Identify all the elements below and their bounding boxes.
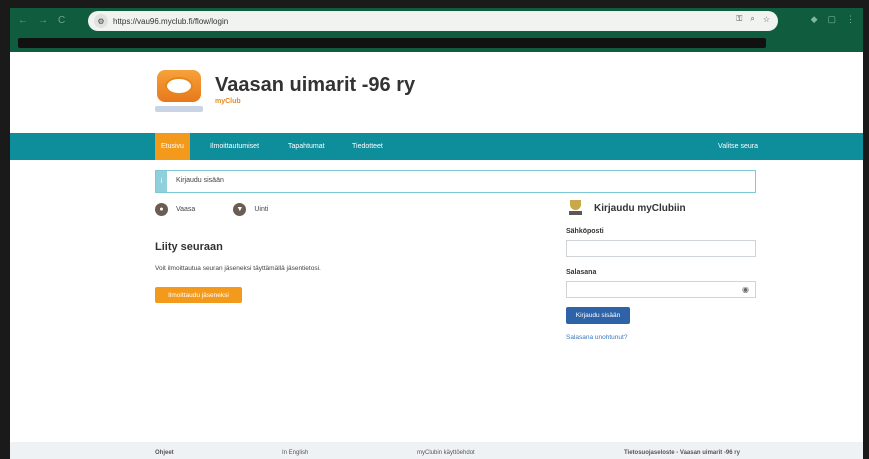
footer-english-link[interactable]: In English	[282, 450, 308, 456]
bookmark-star-icon[interactable]: ☆	[763, 15, 770, 24]
url-text[interactable]: https://vau96.myclub.fi/flow/login	[113, 17, 228, 26]
zoom-icon[interactable]: ⌕	[750, 14, 754, 24]
choose-club-link[interactable]: Valitse seura	[718, 133, 758, 160]
browser-toolbar: ← → C ⚙ https://vau96.myclub.fi/flow/log…	[10, 8, 863, 34]
login-button[interactable]: Kirjaudu sisään	[566, 307, 630, 324]
join-title: Liity seuraan	[155, 241, 223, 253]
club-location-row: ● Vaasa ▼ Uinti	[155, 203, 268, 216]
join-button[interactable]: Ilmoittaudu jäseneksi	[155, 287, 242, 303]
main-navbar: Etusivu Ilmoittautumiset Tapahtumat Tied…	[10, 133, 863, 160]
site-header: Vaasan uimarit -96 ry myClub	[10, 52, 863, 130]
club-name: Vaasan uimarit -96 ry	[215, 74, 416, 96]
myclub-label: myClub	[215, 98, 241, 105]
shield-icon[interactable]: ◆	[811, 14, 818, 25]
bookmarks-bar	[10, 34, 863, 52]
page-content: Vaasan uimarit -96 ry myClub Etusivu Ilm…	[10, 52, 863, 459]
show-password-icon[interactable]: ◉	[742, 285, 749, 294]
extension-icon[interactable]: ▢	[827, 14, 836, 25]
city-label: Vaasa	[176, 206, 196, 213]
password-field[interactable]: ◉	[566, 281, 756, 298]
sport-label: Uinti	[254, 206, 269, 213]
login-title: Kirjaudu myClubiin	[594, 202, 686, 214]
email-field[interactable]	[566, 240, 756, 257]
site-settings-icon[interactable]: ⚙	[94, 14, 108, 28]
location-pin-icon: ●	[155, 203, 168, 216]
nav-item-tapahtumat[interactable]: Tapahtumat	[288, 133, 325, 160]
login-header: Kirjaudu myClubiin	[566, 200, 756, 216]
club-logo-caption	[155, 106, 203, 112]
footer-privacy-link[interactable]: Tietosuojaseloste - Vaasan uimarit -96 r…	[624, 450, 740, 456]
address-bar[interactable]: ⚙ https://vau96.myclub.fi/flow/login ⚿ ⌕…	[88, 11, 778, 31]
nav-item-etusivu[interactable]: Etusivu	[155, 133, 190, 160]
club-logo-badge	[157, 70, 201, 102]
nav-item-ilmoittautumiset[interactable]: Ilmoittautumiset	[210, 133, 259, 160]
reload-icon[interactable]: C	[58, 16, 65, 26]
login-panel: Kirjaudu myClubiin Sähköposti Salasana ◉…	[566, 200, 756, 341]
info-icon: i	[156, 171, 167, 192]
back-icon[interactable]: ←	[18, 16, 28, 26]
footer-help-link[interactable]: Ohjeet	[155, 450, 174, 456]
browser-nav-buttons: ← → C	[10, 16, 86, 26]
trophy-icon	[566, 200, 584, 216]
address-bar-actions: ⚿ ⌕ ☆	[736, 14, 770, 24]
extension-icons: ◆ ▢ ⋮	[811, 14, 855, 25]
password-key-icon[interactable]: ⚿	[736, 14, 742, 24]
site-footer: Ohjeet In English myClubin käyttöehdot T…	[10, 442, 863, 459]
nav-item-tiedotteet[interactable]: Tiedotteet	[352, 133, 383, 160]
login-notice: i Kirjaudu sisään	[155, 170, 756, 193]
join-description: Voit ilmoittautua seuran jäseneksi täytt…	[155, 265, 321, 272]
footer-terms-link[interactable]: myClubin käyttöehdot	[417, 450, 475, 456]
sport-trophy-icon: ▼	[233, 203, 247, 216]
redacted-bookmarks	[18, 38, 766, 48]
notice-text: Kirjaudu sisään	[176, 177, 224, 184]
forgot-password-link[interactable]: Salasana unohtunut?	[566, 334, 756, 341]
forward-icon[interactable]: →	[38, 16, 48, 26]
club-logo[interactable]	[155, 70, 205, 114]
email-label: Sähköposti	[566, 228, 604, 235]
password-label: Salasana	[566, 269, 597, 276]
menu-icon[interactable]: ⋮	[846, 14, 855, 25]
